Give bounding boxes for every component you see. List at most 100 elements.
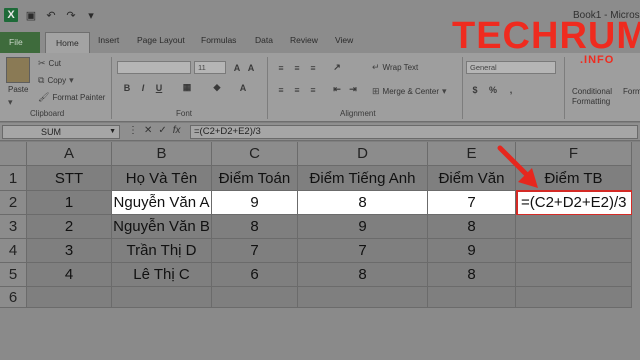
- font-size-combo[interactable]: 11: [194, 61, 226, 74]
- insert-function-icon[interactable]: fx: [173, 125, 181, 136]
- cell-a4[interactable]: 3: [27, 239, 112, 263]
- enter-icon[interactable]: ✓: [158, 125, 166, 136]
- cell-b4[interactable]: Trần Thị D: [112, 239, 212, 263]
- tab-insert[interactable]: Insert: [98, 35, 119, 45]
- percent-icon[interactable]: %: [486, 83, 500, 96]
- align-middle-icon[interactable]: ≡: [290, 61, 304, 74]
- cell-a6[interactable]: [27, 287, 112, 308]
- cell-a3[interactable]: 2: [27, 215, 112, 239]
- row-header-3[interactable]: 3: [0, 215, 27, 239]
- tab-view[interactable]: View: [335, 35, 353, 45]
- cell-b3[interactable]: Nguyễn Văn B: [112, 215, 212, 239]
- column-header-c[interactable]: C: [212, 142, 298, 166]
- tab-file[interactable]: File: [0, 32, 40, 53]
- wrap-text-button[interactable]: ↵ Wrap Text: [372, 62, 418, 73]
- increase-indent-icon[interactable]: ⇥: [346, 83, 360, 96]
- row-header-5[interactable]: 5: [0, 263, 27, 287]
- cell-e3[interactable]: 8: [428, 215, 516, 239]
- column-header-d[interactable]: D: [298, 142, 428, 166]
- font-color-icon[interactable]: A: [236, 81, 250, 94]
- cell-e2[interactable]: 7: [428, 191, 516, 215]
- align-bottom-icon[interactable]: ≡: [306, 61, 320, 74]
- redo-icon[interactable]: ↷: [64, 8, 78, 22]
- paste-icon[interactable]: [6, 57, 30, 83]
- grow-font-icon[interactable]: A: [230, 61, 244, 74]
- conditional-formatting-button[interactable]: Conditional: [572, 87, 612, 96]
- cell-f2-active[interactable]: =(C2+D2+E2)/3: [516, 190, 633, 216]
- cell-f4[interactable]: [516, 239, 632, 263]
- formula-bar-resize-icon[interactable]: ⋮: [128, 125, 138, 136]
- cell-a1[interactable]: STT: [27, 166, 112, 191]
- column-header-a[interactable]: A: [27, 142, 112, 166]
- row-header-6[interactable]: 6: [0, 287, 27, 308]
- align-top-icon[interactable]: ≡: [274, 61, 288, 74]
- paste-dropdown-icon[interactable]: ▾: [8, 97, 13, 108]
- cell-b2[interactable]: Nguyễn Văn A: [112, 191, 212, 215]
- cell-e4[interactable]: 9: [428, 239, 516, 263]
- cell-a2[interactable]: 1: [27, 191, 112, 215]
- formula-input[interactable]: =(C2+D2+E2)/3: [190, 125, 638, 139]
- font-name-combo[interactable]: [117, 61, 191, 74]
- undo-icon[interactable]: ↶: [44, 8, 58, 22]
- vertical-scrollbar[interactable]: [632, 142, 640, 360]
- cell-c5[interactable]: 6: [212, 263, 298, 287]
- borders-icon[interactable]: ▦: [180, 81, 194, 94]
- cell-d2[interactable]: 8: [298, 191, 428, 215]
- name-box-dropdown-icon[interactable]: ▼: [109, 126, 116, 138]
- cell-d1[interactable]: Điểm Tiếng Anh: [298, 166, 428, 191]
- cell-e5[interactable]: 8: [428, 263, 516, 287]
- shrink-font-icon[interactable]: A: [244, 61, 258, 74]
- tab-data[interactable]: Data: [255, 35, 273, 45]
- bold-button[interactable]: B: [120, 81, 134, 94]
- cell-c1[interactable]: Điểm Toán: [212, 166, 298, 191]
- tab-formulas[interactable]: Formulas: [201, 35, 236, 45]
- cell-c3[interactable]: 8: [212, 215, 298, 239]
- cell-b6[interactable]: [112, 287, 212, 308]
- align-center-icon[interactable]: ≡: [290, 83, 304, 96]
- tab-review[interactable]: Review: [290, 35, 318, 45]
- column-header-b[interactable]: B: [112, 142, 212, 166]
- copy-button[interactable]: ⧉ Copy ▾: [38, 75, 74, 86]
- cell-a5[interactable]: 4: [27, 263, 112, 287]
- cell-f5[interactable]: [516, 263, 632, 287]
- paste-button[interactable]: Paste: [8, 85, 28, 94]
- tab-page-layout[interactable]: Page Layout: [137, 35, 185, 45]
- cancel-icon[interactable]: ✕: [144, 125, 152, 136]
- cell-f6[interactable]: [516, 287, 632, 308]
- save-icon[interactable]: ▣: [24, 8, 38, 22]
- customize-qat-icon[interactable]: ▾: [84, 8, 98, 22]
- italic-button[interactable]: I: [136, 81, 150, 94]
- name-box[interactable]: SUM ▼: [2, 125, 120, 139]
- format-painter-button[interactable]: 🖌 Format Painter: [38, 92, 105, 103]
- cell-d5[interactable]: 8: [298, 263, 428, 287]
- align-left-icon[interactable]: ≡: [274, 83, 288, 96]
- orientation-icon[interactable]: ↗: [330, 61, 344, 74]
- select-all-button[interactable]: [0, 142, 27, 166]
- cell-d6[interactable]: [298, 287, 428, 308]
- cell-c6[interactable]: [212, 287, 298, 308]
- currency-icon[interactable]: $: [468, 83, 482, 96]
- tab-home[interactable]: Home: [45, 32, 90, 53]
- quick-access-toolbar: X ▣ ↶ ↷ ▾: [4, 8, 98, 22]
- cell-d4[interactable]: 7: [298, 239, 428, 263]
- row-header-1[interactable]: 1: [0, 166, 27, 191]
- fill-color-icon[interactable]: ◆: [210, 81, 224, 94]
- merge-center-button[interactable]: ⊞ Merge & Center ▾: [372, 86, 447, 97]
- cell-d3[interactable]: 9: [298, 215, 428, 239]
- cell-b1[interactable]: Họ Và Tên: [112, 166, 212, 191]
- format-as-table-button[interactable]: Forma: [623, 87, 640, 96]
- decrease-indent-icon[interactable]: ⇤: [330, 83, 344, 96]
- comma-icon[interactable]: ,: [504, 83, 518, 96]
- cell-f3[interactable]: [516, 215, 632, 239]
- row-header-2[interactable]: 2: [0, 191, 27, 215]
- cell-b5[interactable]: Lê Thị C: [112, 263, 212, 287]
- cut-button[interactable]: ✂ Cut: [38, 58, 61, 69]
- cell-e6[interactable]: [428, 287, 516, 308]
- row-header-4[interactable]: 4: [0, 239, 27, 263]
- align-right-icon[interactable]: ≡: [306, 83, 320, 96]
- excel-icon[interactable]: X: [4, 8, 18, 22]
- underline-button[interactable]: U: [152, 81, 166, 94]
- cell-c2[interactable]: 9: [212, 191, 298, 215]
- cell-c4[interactable]: 7: [212, 239, 298, 263]
- font-group-label: Font: [176, 109, 193, 118]
